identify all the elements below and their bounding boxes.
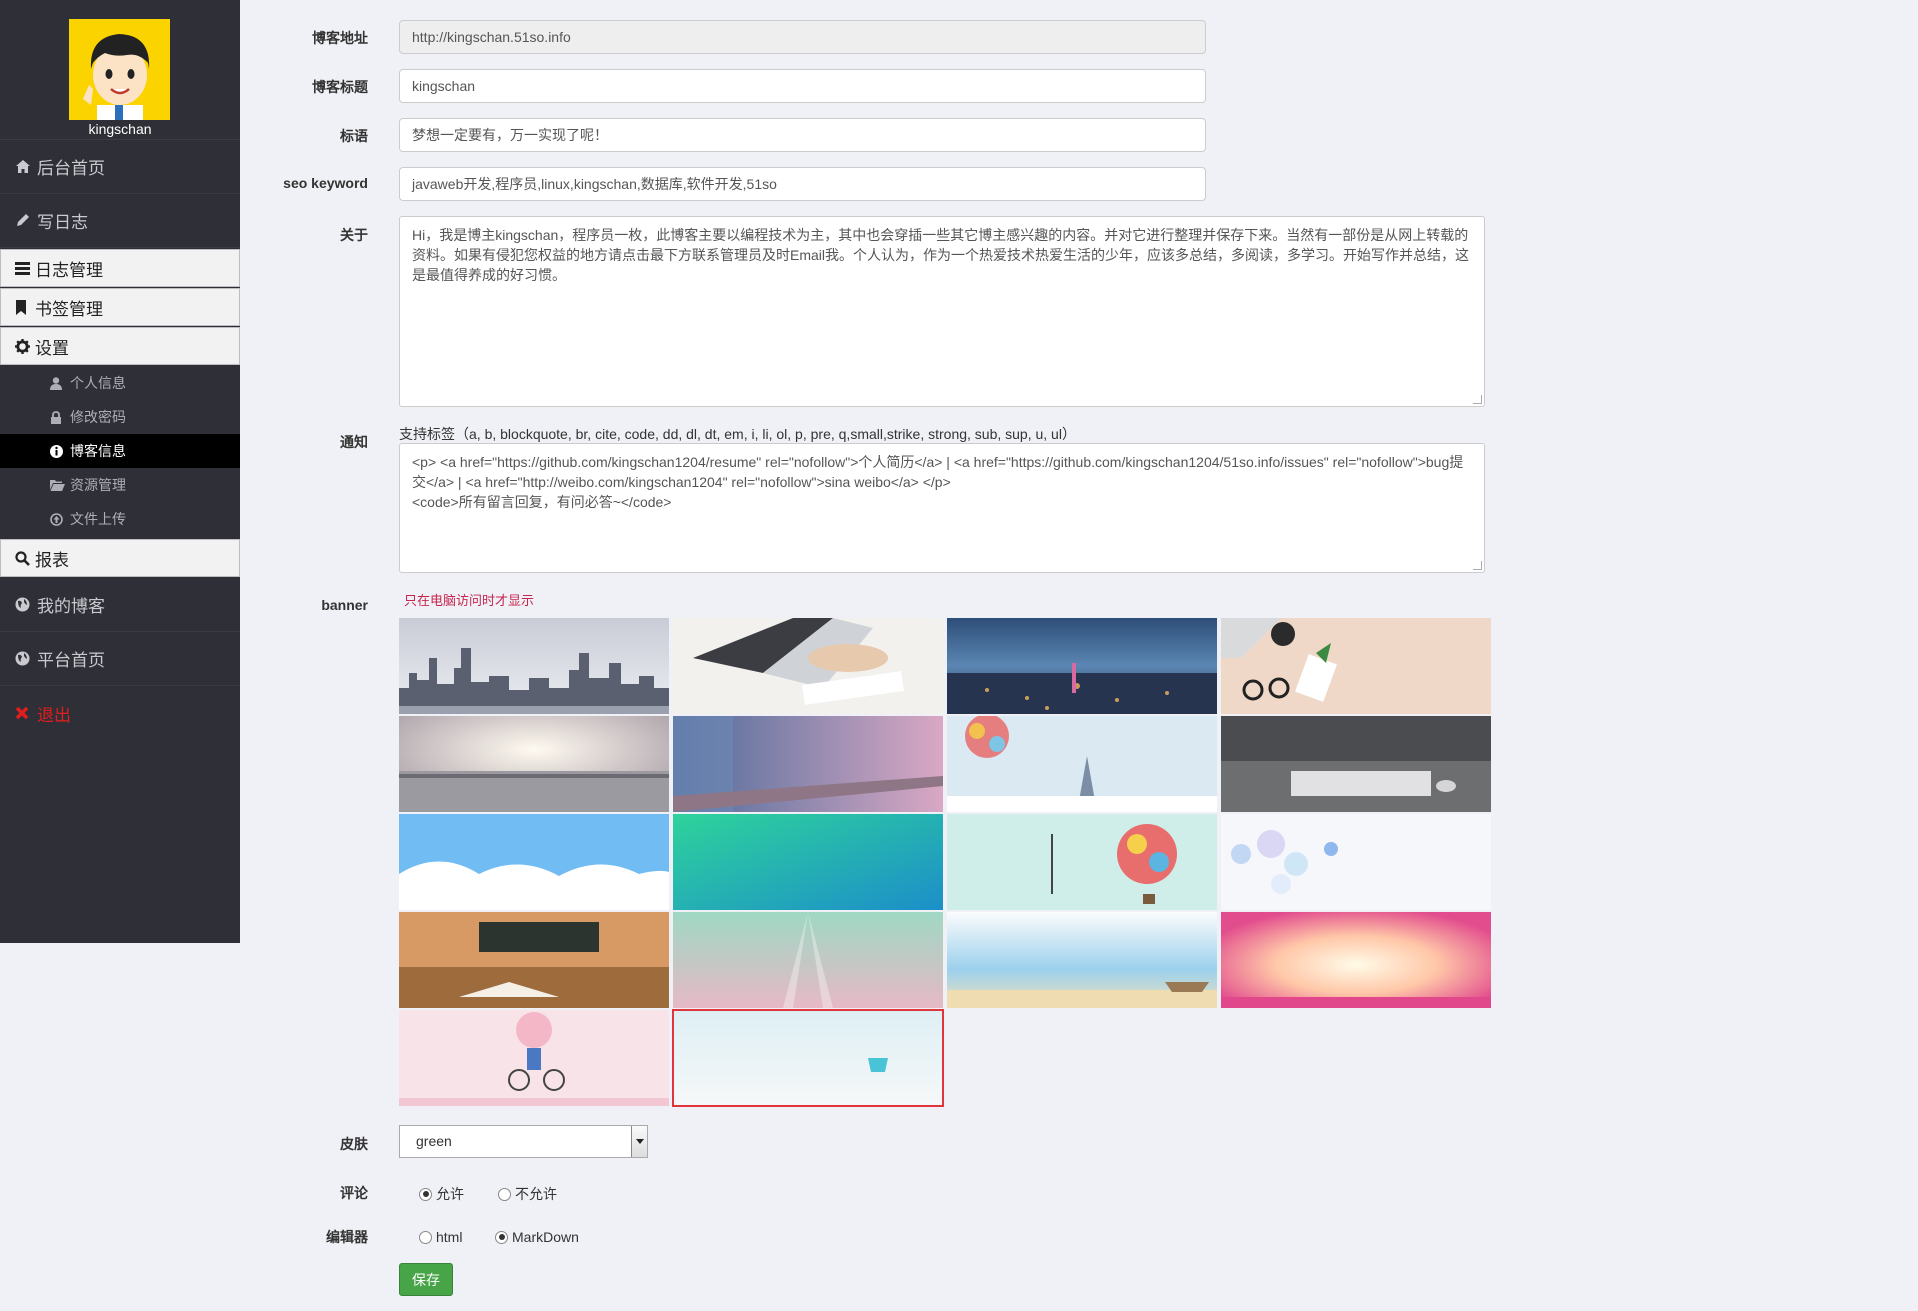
blog-url-input[interactable]: http://kingschan.51so.info — [399, 20, 1206, 54]
sub-resource-manage-label: 资源管理 — [70, 477, 126, 493]
editor-label: 编辑器 — [326, 1229, 368, 1245]
banner-tile-teal-gradient[interactable] — [673, 814, 943, 910]
banner-tile-night-city[interactable] — [947, 618, 1217, 714]
sub-personal-info-label: 个人信息 — [70, 375, 126, 391]
banner-tile-classroom-book[interactable] — [399, 912, 669, 1008]
banner-grid — [399, 618, 1495, 1107]
home-icon — [15, 159, 37, 174]
sub-file-upload-label: 文件上传 — [70, 511, 126, 527]
seo-keyword-input[interactable]: javaweb开发,程序员,linux,kingschan,数据库,软件开发,5… — [399, 167, 1206, 201]
comment-deny-text: 不允许 — [515, 1186, 557, 1202]
save-button[interactable]: 保存 — [399, 1263, 453, 1296]
chevron-down-icon — [631, 1126, 647, 1157]
editor-html-radio[interactable] — [419, 1230, 432, 1244]
editor-markdown-text: MarkDown — [512, 1229, 579, 1245]
banner-note: 只在电脑访问时才显示 — [404, 593, 535, 608]
gear-icon — [15, 338, 35, 354]
banner-tile-snow-bucket[interactable] — [672, 1009, 944, 1107]
close-icon — [15, 706, 37, 720]
info-icon — [50, 444, 70, 458]
banner-tile-forest-light[interactable] — [673, 912, 943, 1008]
banner-tile-sunlit-city[interactable] — [399, 716, 669, 812]
banner-tile-desk-glasses[interactable] — [1221, 618, 1491, 714]
notice-textarea[interactable]: <p> <a href="https://github.com/kingscha… — [399, 443, 1485, 573]
sidebar: kingschan 后台首页 写日志 日志管理 书签管理 设置 个人信息 修改密… — [0, 0, 240, 943]
nav-logout[interactable]: 退出 — [0, 686, 240, 740]
upload-icon — [50, 512, 70, 526]
folder-open-icon — [50, 479, 70, 491]
skin-label: 皮肤 — [340, 1136, 368, 1152]
nav-write-log-label: 写日志 — [37, 213, 88, 232]
sub-blog-info-label: 博客信息 — [70, 443, 126, 459]
nav-my-blog[interactable]: 我的博客 — [0, 578, 240, 632]
lock-icon — [50, 410, 70, 424]
banner-tile-love-bicycle[interactable] — [399, 1010, 669, 1106]
about-label: 关于 — [340, 227, 368, 243]
nav-admin-home-label: 后台首页 — [37, 159, 105, 178]
nav-bookmark-manage[interactable]: 书签管理 — [0, 288, 240, 326]
sub-change-password-label: 修改密码 — [70, 409, 126, 425]
search-icon — [15, 550, 35, 566]
sub-personal-info[interactable]: 个人信息 — [0, 366, 240, 400]
nav-my-blog-label: 我的博客 — [37, 597, 105, 616]
globe-icon — [15, 597, 37, 612]
nav-write-log[interactable]: 写日志 — [0, 194, 240, 248]
slogan-input[interactable]: 梦想一定要有，万一实现了呢！ — [399, 118, 1206, 152]
blog-title-label: 博客标题 — [312, 79, 368, 95]
banner-tile-beach-boat[interactable] — [947, 912, 1217, 1008]
username: kingschan — [88, 121, 152, 137]
editor-html-option[interactable]: html — [419, 1229, 462, 1245]
comment-allow-option[interactable]: 允许 — [419, 1184, 464, 1204]
globe-icon — [15, 651, 37, 666]
user-icon — [50, 376, 70, 390]
banner-tile-blue-sky-clouds[interactable] — [399, 814, 669, 910]
about-textarea[interactable]: Hi，我是博主kingschan，程序员一枚，此博客主要以编程技术为主，其中也会… — [399, 216, 1485, 407]
nav-logout-label: 退出 — [37, 705, 71, 725]
sub-resource-manage[interactable]: 资源管理 — [0, 468, 240, 502]
banner-tile-balloons-eiffel[interactable] — [947, 716, 1217, 812]
sub-file-upload[interactable]: 文件上传 — [0, 502, 240, 536]
banner-tile-balloon-house[interactable] — [947, 814, 1217, 910]
skin-select[interactable]: green — [399, 1125, 648, 1158]
nav-settings-label: 设置 — [35, 338, 69, 358]
profile: kingschan — [0, 0, 240, 140]
banner-tile-laptop-typing[interactable] — [673, 618, 943, 714]
banner-tile-bridge-pink-sky[interactable] — [673, 716, 943, 812]
slogan-label: 标语 — [340, 128, 368, 144]
nav-report[interactable]: 报表 — [0, 539, 240, 577]
comment-allow-radio[interactable] — [419, 1187, 432, 1201]
comment-allow-text: 允许 — [436, 1186, 464, 1202]
nav-platform-home-label: 平台首页 — [37, 651, 105, 670]
editor-markdown-radio[interactable] — [495, 1230, 508, 1244]
banner-tile-bubbles[interactable] — [1221, 814, 1491, 910]
nav-log-manage-label: 日志管理 — [35, 260, 103, 280]
skin-select-value: green — [416, 1133, 452, 1149]
nav-log-manage[interactable]: 日志管理 — [0, 249, 240, 287]
sub-change-password[interactable]: 修改密码 — [0, 400, 240, 434]
sub-blog-info[interactable]: 博客信息 — [0, 434, 240, 468]
comment-deny-option[interactable]: 不允许 — [498, 1184, 557, 1204]
nav-settings[interactable]: 设置 — [0, 327, 240, 365]
editor-html-text: html — [436, 1229, 463, 1245]
nav-platform-home[interactable]: 平台首页 — [0, 632, 240, 686]
comment-deny-radio[interactable] — [498, 1187, 511, 1201]
banner-label: banner — [321, 597, 368, 613]
pencil-icon — [15, 213, 37, 228]
banner-tile-keyboard-dark[interactable] — [1221, 716, 1491, 812]
seo-keyword-label: seo keyword — [283, 175, 368, 191]
nav-bookmark-manage-label: 书签管理 — [35, 299, 103, 319]
blog-url-label: 博客地址 — [312, 30, 368, 46]
nav-admin-home[interactable]: 后台首页 — [0, 140, 240, 194]
notice-hint: 支持标签（a, b, blockquote, br, cite, code, d… — [399, 426, 1076, 442]
notice-label: 通知 — [340, 434, 368, 450]
avatar[interactable] — [69, 19, 170, 120]
comment-label: 评论 — [340, 1185, 368, 1201]
bookmark-icon — [15, 299, 35, 315]
editor-markdown-option[interactable]: MarkDown — [495, 1229, 579, 1245]
banner-tile-city-skyline[interactable] — [399, 618, 669, 714]
banner-tile-pink-wings[interactable] — [1221, 912, 1491, 1008]
list-icon — [15, 261, 35, 275]
nav-report-label: 报表 — [35, 550, 69, 570]
blog-title-input[interactable]: kingschan — [399, 69, 1206, 103]
